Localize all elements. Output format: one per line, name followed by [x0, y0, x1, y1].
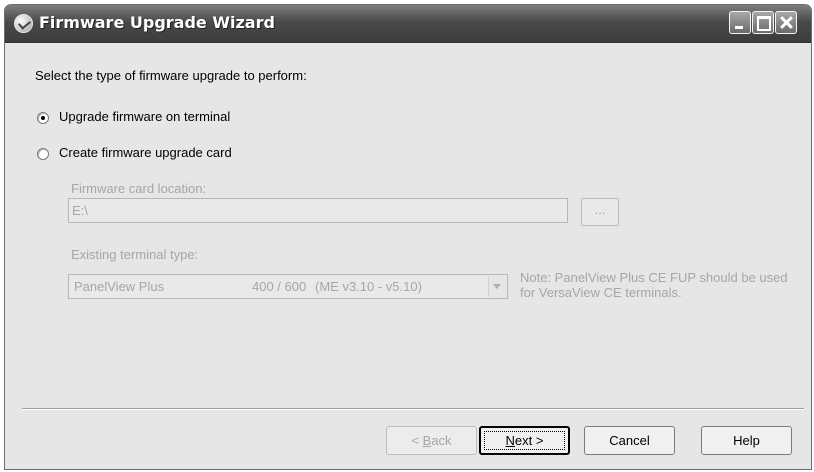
- card-location-label: Firmware card location:: [71, 181, 207, 196]
- minimize-button[interactable]: [729, 11, 751, 34]
- app-icon: [14, 14, 33, 33]
- back-prefix: <: [411, 433, 423, 448]
- dropdown-arrow-icon[interactable]: [488, 276, 506, 297]
- prompt-text: Select the type of firmware upgrade to p…: [35, 68, 307, 83]
- radio-upgrade-terminal-label[interactable]: Upgrade firmware on terminal: [59, 109, 230, 124]
- footer-separator: [22, 408, 804, 410]
- maximize-button[interactable]: [752, 11, 774, 34]
- next-button[interactable]: Next >: [479, 426, 570, 455]
- close-button[interactable]: [775, 11, 797, 34]
- terminal-type-label: Existing terminal type:: [71, 247, 199, 262]
- radio-upgrade-terminal[interactable]: [37, 112, 49, 124]
- back-rest: ack: [431, 433, 452, 448]
- focus-rect: [484, 431, 565, 450]
- radio-create-card[interactable]: [37, 148, 49, 160]
- card-location-field[interactable]: E:\: [68, 198, 568, 223]
- browse-button[interactable]: ...: [581, 198, 619, 226]
- terminal-type-models: 400 / 600: [252, 279, 307, 294]
- back-button[interactable]: < Back: [386, 426, 477, 455]
- cancel-button[interactable]: Cancel: [584, 426, 675, 455]
- terminal-type-version: (ME v3.10 - v5.10): [315, 279, 422, 294]
- terminal-type-name: PanelView Plus: [74, 279, 165, 294]
- help-button[interactable]: Help: [701, 426, 792, 455]
- terminal-type-select[interactable]: PanelView Plus 400 / 600 (ME v3.10 - v5.…: [68, 274, 508, 299]
- window-title: Firmware Upgrade Wizard: [39, 13, 275, 32]
- note-text: Note: PanelView Plus CE FUP should be us…: [520, 270, 788, 300]
- radio-create-card-label[interactable]: Create firmware upgrade card: [59, 145, 232, 160]
- title-bar: Firmware Upgrade Wizard: [5, 5, 811, 43]
